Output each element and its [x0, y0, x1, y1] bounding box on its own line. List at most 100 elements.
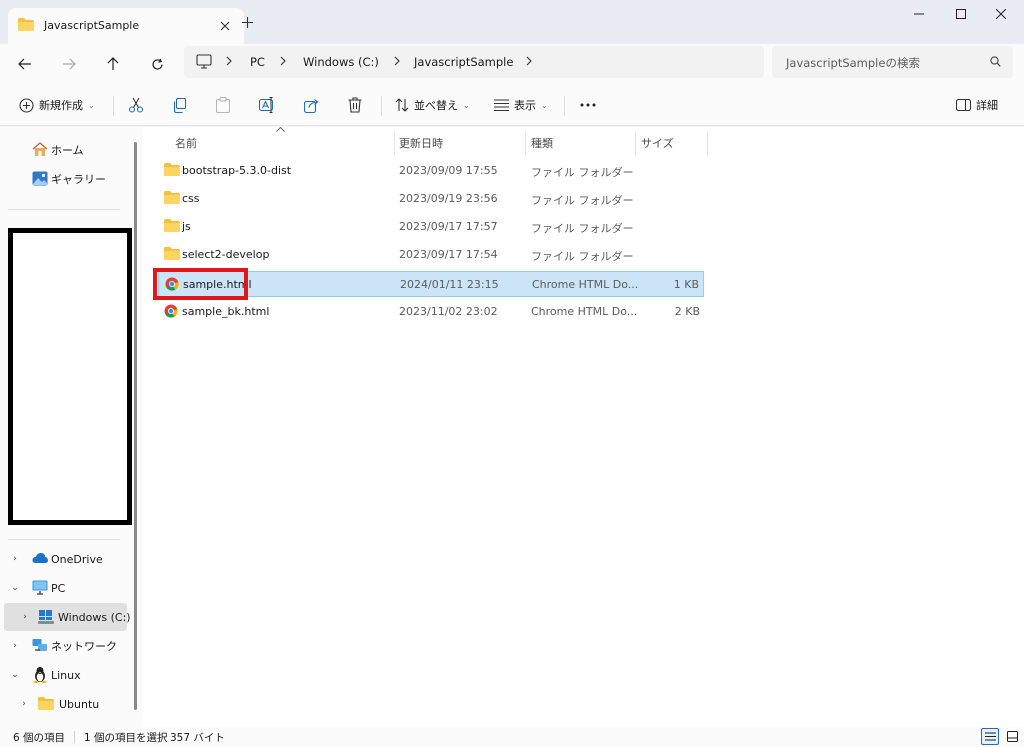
chevron-right-icon[interactable]: ›: [19, 699, 29, 709]
sidebar-divider: [8, 209, 120, 210]
close-tab-icon[interactable]: [214, 15, 236, 37]
tab-javascriptsample[interactable]: JavascriptSample: [8, 8, 244, 44]
forward-button[interactable]: [53, 48, 85, 80]
file-type: ファイル フォルダー: [531, 222, 634, 235]
file-row[interactable]: bootstrap-5.3.0-dist 2023/09/09 17:55 ファ…: [158, 158, 704, 184]
redacted-area: [8, 228, 132, 525]
chevron-down-icon[interactable]: ⌄: [10, 670, 20, 680]
column-divider[interactable]: [635, 131, 636, 155]
column-header-modified[interactable]: 更新日時: [399, 135, 443, 151]
file-row[interactable]: js 2023/09/17 17:57 ファイル フォルダー: [158, 214, 704, 240]
scissors-icon: [128, 97, 144, 113]
tiles-view-button[interactable]: [1003, 728, 1021, 745]
minimize-button[interactable]: [896, 0, 942, 28]
details-view-button[interactable]: [981, 728, 999, 745]
sidebar-scrollbar[interactable]: [134, 142, 137, 710]
sort-label: 並べ替え: [414, 99, 458, 112]
more-options-button[interactable]: [580, 94, 596, 116]
column-header-type[interactable]: 種類: [531, 135, 553, 151]
sidebar-item-gallery[interactable]: ギャラリー: [0, 165, 128, 193]
chevron-right-icon[interactable]: ›: [20, 612, 30, 622]
share-button[interactable]: [304, 94, 319, 116]
sidebar-item-network[interactable]: › ネットワーク: [0, 632, 128, 660]
status-item-count: 6 個の項目: [13, 732, 66, 744]
sidebar-label: ネットワーク: [51, 640, 117, 653]
sidebar-item-home[interactable]: ホーム: [0, 136, 128, 164]
toolbar-divider: [381, 96, 382, 116]
chevron-right-icon: [280, 56, 286, 66]
status-bar: 6 個の項目 1 個の項目を選択 357 バイト: [0, 727, 1024, 747]
sidebar-item-onedrive[interactable]: › OneDrive: [0, 545, 128, 573]
toolbar-divider: [113, 96, 114, 116]
copy-button[interactable]: [172, 94, 187, 116]
column-header-size[interactable]: サイズ: [641, 135, 674, 151]
refresh-button[interactable]: [141, 48, 173, 80]
sidebar-item-ubuntu[interactable]: › Ubuntu: [0, 690, 128, 718]
address-bar[interactable]: PC Windows (C:) JavascriptSample: [184, 46, 764, 78]
search-box[interactable]: JavascriptSampleの検索: [772, 46, 1013, 78]
sidebar-label: Ubuntu: [59, 697, 100, 711]
paste-button[interactable]: [216, 94, 230, 116]
column-divider[interactable]: [525, 131, 526, 155]
view-button[interactable]: 表示 ⌄: [494, 94, 548, 116]
column-divider[interactable]: [394, 131, 395, 155]
up-button[interactable]: [97, 48, 129, 80]
delete-button[interactable]: [348, 94, 362, 116]
chevron-right-icon[interactable]: ›: [10, 554, 20, 564]
file-type: ファイル フォルダー: [531, 250, 634, 263]
sort-icon: [395, 98, 409, 112]
sidebar-label: Windows (C:): [58, 610, 131, 624]
chevron-right-icon[interactable]: ›: [10, 641, 20, 651]
plus-circle-icon: [19, 97, 34, 113]
file-row[interactable]: css 2023/09/19 23:56 ファイル フォルダー: [158, 186, 704, 212]
new-label: 新規作成: [39, 99, 83, 112]
new-button[interactable]: 新規作成 ⌄: [19, 94, 95, 116]
sort-button[interactable]: 並べ替え ⌄: [395, 94, 470, 116]
file-name: bootstrap-5.3.0-dist: [182, 164, 292, 177]
view-label: 表示: [514, 99, 536, 112]
file-name: sample_bk.html: [182, 305, 270, 318]
folder-icon: [164, 191, 180, 204]
file-modified: 2023/11/02 23:02: [399, 305, 498, 318]
close-window-button[interactable]: [978, 0, 1024, 28]
linux-icon: [32, 666, 48, 683]
details-pane-button[interactable]: 詳細: [956, 94, 998, 116]
cut-button[interactable]: [128, 94, 144, 116]
folder-icon: [18, 18, 34, 31]
sidebar-label: Linux: [51, 668, 81, 682]
sidebar-item-pc[interactable]: ⌄ PC: [0, 574, 128, 602]
column-header-name[interactable]: 名前: [175, 135, 197, 151]
file-type: Chrome HTML Do...: [531, 305, 638, 318]
share-icon: [304, 98, 319, 113]
sidebar-divider: [8, 539, 120, 540]
file-modified: 2023/09/19 23:56: [399, 192, 498, 205]
clipboard-icon: [216, 97, 230, 113]
file-row[interactable]: sample_bk.html 2023/11/02 23:02 Chrome H…: [158, 299, 704, 325]
sidebar-item-linux[interactable]: ⌄ Linux: [0, 661, 128, 689]
rename-icon: [259, 97, 276, 113]
breadcrumb-pc[interactable]: PC: [250, 55, 265, 69]
back-button[interactable]: [9, 48, 41, 80]
chevron-right-icon: [226, 56, 232, 66]
toolbar-divider: [564, 96, 565, 116]
more-icon: [580, 103, 596, 107]
network-icon: [32, 638, 48, 654]
column-divider[interactable]: [707, 131, 708, 155]
file-list: 名前 更新日時 種類 サイズ bootstrap-5.3.0-dist 2023…: [142, 127, 1024, 727]
copy-icon: [172, 97, 187, 113]
breadcrumb-javascriptsample[interactable]: JavascriptSample: [414, 55, 513, 69]
chevron-down-icon[interactable]: ⌄: [10, 583, 20, 593]
pc-icon: [32, 580, 48, 596]
trash-icon: [348, 97, 362, 113]
sidebar-item-windows-c[interactable]: › Windows (C:): [4, 603, 131, 631]
address-row: PC Windows (C:) JavascriptSample Javascr…: [0, 44, 1024, 84]
details-label: 詳細: [976, 99, 998, 112]
rename-button[interactable]: [259, 94, 276, 116]
breadcrumb-windows-c[interactable]: Windows (C:): [303, 55, 379, 69]
new-tab-button[interactable]: [236, 11, 258, 33]
file-row[interactable]: select2-develop 2023/09/17 17:54 ファイル フォ…: [158, 242, 704, 268]
search-icon[interactable]: [990, 56, 1001, 67]
folder-icon: [164, 247, 180, 260]
chevron-right-icon: [526, 56, 532, 66]
status-divider: [74, 731, 75, 743]
